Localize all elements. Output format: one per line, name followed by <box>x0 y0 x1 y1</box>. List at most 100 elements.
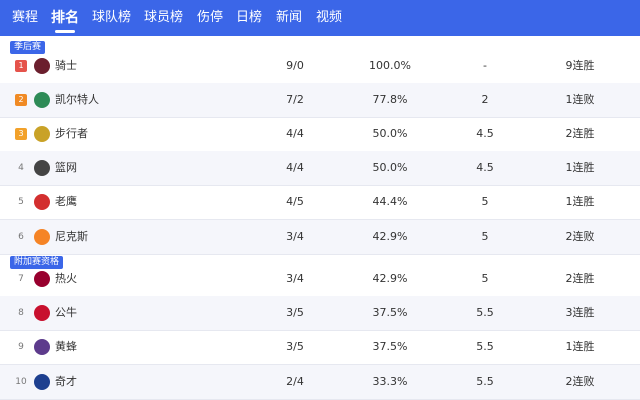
streak: 1连败 <box>565 93 595 106</box>
table-row[interactable]: 10 奇才 2/4 33.3% 5.5 2连败 <box>0 365 640 399</box>
win-percentage: 100.0% <box>369 59 411 72</box>
rank-number: 7 <box>18 274 24 284</box>
team-record: 7/2 <box>286 93 304 106</box>
team-logo-icon <box>34 339 50 355</box>
team-name[interactable]: 骑士 <box>55 49 77 83</box>
games-behind: 5 <box>481 195 489 208</box>
tab-standings[interactable]: 排名 <box>51 0 79 36</box>
team-logo-icon <box>34 229 50 245</box>
team-name[interactable]: 步行者 <box>55 117 88 151</box>
tab-daily[interactable]: 日榜 <box>236 0 262 36</box>
rank-number: 4 <box>18 163 24 173</box>
win-percentage: 50.0% <box>372 161 408 174</box>
tab-videos[interactable]: 视频 <box>316 0 342 36</box>
team-name[interactable]: 黄蜂 <box>55 330 77 364</box>
table-row[interactable]: 4 篮网 4/4 50.0% 4.5 1连胜 <box>0 151 640 185</box>
games-behind: 5 <box>481 272 489 285</box>
team-record: 3/4 <box>286 230 304 243</box>
team-record: 3/5 <box>286 340 304 353</box>
win-percentage: 42.9% <box>372 230 408 243</box>
win-percentage: 42.9% <box>372 272 408 285</box>
top-nav: 赛程 排名 球队榜 球员榜 伤停 日榜 新闻 视频 <box>0 0 640 36</box>
team-record: 2/4 <box>286 375 304 388</box>
streak: 1连胜 <box>565 340 595 353</box>
rank-badge: 3 <box>14 117 28 151</box>
team-record: 3/5 <box>286 306 304 319</box>
rank-badge: 2 <box>14 83 28 117</box>
rank-badge: 10 <box>14 365 28 399</box>
table-row[interactable]: 1 骑士 9/0 100.0% - 9连胜 <box>0 49 640 83</box>
tab-injuries[interactable]: 伤停 <box>197 0 223 36</box>
rank-badge: 9 <box>14 330 28 364</box>
table-row[interactable]: 3 步行者 4/4 50.0% 4.5 2连胜 <box>0 117 640 151</box>
tab-team-rankings[interactable]: 球队榜 <box>92 0 131 36</box>
rank-number: 2 <box>15 94 27 106</box>
rank-number: 5 <box>18 197 24 207</box>
rank-badge: 7 <box>14 262 28 296</box>
games-behind: 4.5 <box>476 161 494 174</box>
streak: 2连败 <box>565 230 595 243</box>
team-name[interactable]: 热火 <box>55 262 77 296</box>
games-behind: 2 <box>481 93 489 106</box>
team-name[interactable]: 篮网 <box>55 151 77 185</box>
team-name[interactable]: 老鹰 <box>55 185 77 219</box>
rank-number: 9 <box>18 342 24 352</box>
rank-number: 1 <box>15 60 27 72</box>
table-row[interactable]: 7 热火 3/4 42.9% 5 2连胜 <box>0 262 640 296</box>
games-behind: 5.5 <box>476 375 494 388</box>
team-name[interactable]: 奇才 <box>55 365 77 399</box>
team-record: 4/4 <box>286 127 304 140</box>
tab-player-rankings[interactable]: 球员榜 <box>144 0 183 36</box>
team-logo-icon <box>34 305 50 321</box>
games-behind: 4.5 <box>476 127 494 140</box>
streak: 3连胜 <box>565 306 595 319</box>
games-behind: 5 <box>481 230 489 243</box>
team-record: 4/4 <box>286 161 304 174</box>
rank-badge: 4 <box>14 151 28 185</box>
row-divider <box>0 254 640 255</box>
team-name[interactable]: 尼克斯 <box>55 220 88 254</box>
team-logo-icon <box>34 374 50 390</box>
win-percentage: 50.0% <box>372 127 408 140</box>
rank-number: 3 <box>15 128 27 140</box>
streak: 1连胜 <box>565 195 595 208</box>
games-behind: 5.5 <box>476 340 494 353</box>
team-logo-icon <box>34 126 50 142</box>
table-row[interactable]: 6 尼克斯 3/4 42.9% 5 2连败 <box>0 220 640 254</box>
win-percentage: 77.8% <box>372 93 408 106</box>
win-percentage: 37.5% <box>372 340 408 353</box>
games-behind: 5.5 <box>476 306 494 319</box>
streak: 2连败 <box>565 375 595 388</box>
rank-number: 6 <box>18 232 24 242</box>
tab-schedule[interactable]: 赛程 <box>12 0 38 36</box>
table-row[interactable]: 9 黄蜂 3/5 37.5% 5.5 1连胜 <box>0 330 640 364</box>
streak: 2连胜 <box>565 272 595 285</box>
rank-badge: 6 <box>14 220 28 254</box>
team-logo-icon <box>34 194 50 210</box>
table-row[interactable]: 8 公牛 3/5 37.5% 5.5 3连胜 <box>0 296 640 330</box>
games-behind: - <box>483 59 487 72</box>
streak: 1连胜 <box>565 161 595 174</box>
team-name[interactable]: 公牛 <box>55 296 77 330</box>
win-percentage: 37.5% <box>372 306 408 319</box>
team-record: 3/4 <box>286 272 304 285</box>
team-logo-icon <box>34 160 50 176</box>
team-record: 4/5 <box>286 195 304 208</box>
rank-badge: 1 <box>14 49 28 83</box>
team-name[interactable]: 凯尔特人 <box>55 83 99 117</box>
team-logo-icon <box>34 271 50 287</box>
team-record: 9/0 <box>286 59 304 72</box>
table-row[interactable]: 2 凯尔特人 7/2 77.8% 2 1连败 <box>0 83 640 117</box>
rank-badge: 8 <box>14 296 28 330</box>
rank-number: 8 <box>18 308 24 318</box>
win-percentage: 44.4% <box>372 195 408 208</box>
streak: 9连胜 <box>565 59 595 72</box>
team-logo-icon <box>34 58 50 74</box>
team-logo-icon <box>34 92 50 108</box>
table-row[interactable]: 5 老鹰 4/5 44.4% 5 1连胜 <box>0 185 640 219</box>
win-percentage: 33.3% <box>372 375 408 388</box>
rank-number: 10 <box>15 377 27 387</box>
streak: 2连胜 <box>565 127 595 140</box>
tab-news[interactable]: 新闻 <box>276 0 302 36</box>
rank-badge: 5 <box>14 185 28 219</box>
